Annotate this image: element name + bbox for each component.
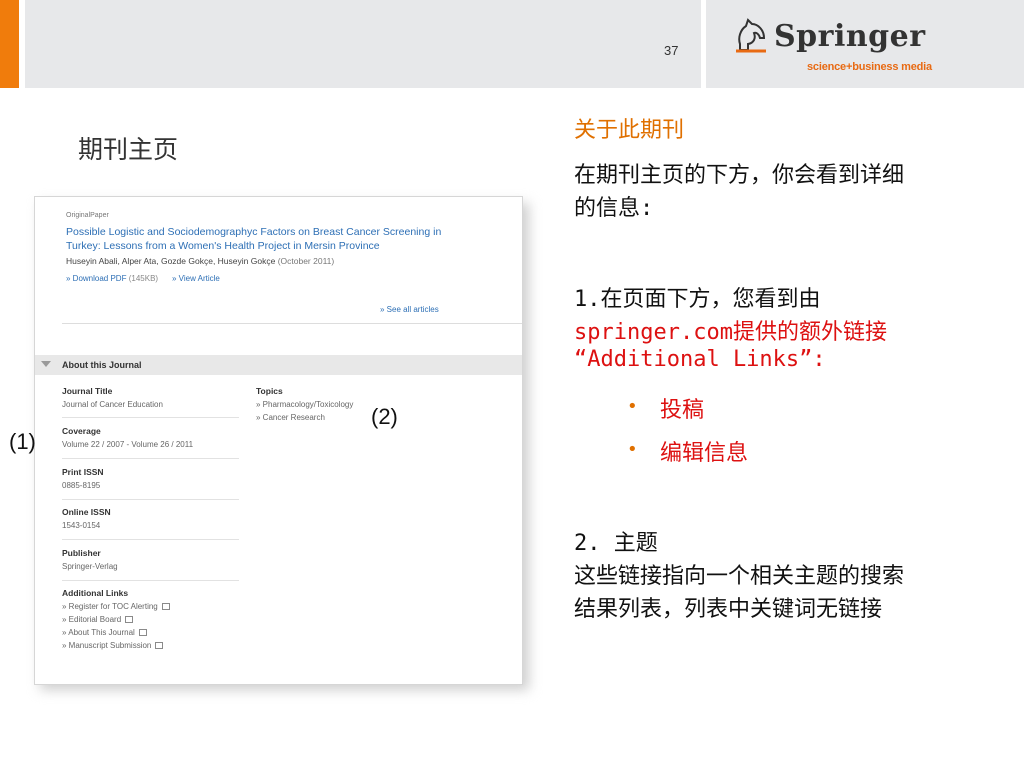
link-editorial-board[interactable]: » Editorial Board <box>62 615 134 624</box>
section-heading: 关于此期刊 <box>574 118 685 143</box>
article-type-tag: OriginalPaper <box>66 212 109 219</box>
article-date: (October 2011) <box>277 256 335 266</box>
callout-1: (1) <box>9 429 36 454</box>
field-value-publisher: Springer-Verlag <box>62 562 118 571</box>
springer-tagline: science+business media <box>807 61 932 73</box>
field-label-online-issn: Online ISSN <box>62 507 111 517</box>
bullet-dot-icon: • <box>627 396 638 417</box>
springer-logo: Springer <box>774 19 926 54</box>
item1-line-1: 1.在页面下方，您看到由 <box>574 287 821 312</box>
link-manuscript-submission-label: » Manuscript Submission <box>62 641 152 650</box>
item1-line-3: “Additional Links”: <box>574 347 826 372</box>
article-title-link[interactable]: Possible Logistic and Sociodemographyc F… <box>66 225 446 253</box>
field-label-journal-title: Journal Title <box>62 386 113 396</box>
item1-line-2: springer.com提供的额外链接 <box>574 320 887 345</box>
download-pdf-label: » Download PDF <box>66 274 127 283</box>
field-value-coverage: Volume 22 / 2007 - Volume 26 / 2011 <box>62 440 194 449</box>
item2-line-3: 结果列表，列表中关键词无链接 <box>574 597 883 622</box>
field-value-print-issn: 0885-8195 <box>62 481 101 490</box>
pdf-size: (145KB) <box>128 274 159 283</box>
article-authors: Huseyin Abali, Alper Ata, Gozde Gokçe, H… <box>66 256 334 266</box>
field-label-publisher: Publisher <box>62 548 101 558</box>
field-divider <box>62 458 239 459</box>
field-divider <box>62 417 239 418</box>
link-manuscript-submission[interactable]: » Manuscript Submission <box>62 641 164 650</box>
slide-title: 期刊主页 <box>78 135 179 164</box>
field-value-online-issn: 1543-0154 <box>62 521 101 530</box>
see-all-articles-link[interactable]: » See all articles <box>380 305 439 314</box>
field-divider <box>62 539 239 540</box>
download-pdf-link[interactable]: » Download PDF (145KB) <box>66 274 158 283</box>
view-article-link[interactable]: » View Article <box>172 274 220 283</box>
link-register-toc[interactable]: » Register for TOC Alerting <box>62 602 170 611</box>
callout-2: (2) <box>371 404 398 429</box>
authors-text: Huseyin Abali, Alper Ata, Gozde Gokçe, H… <box>66 256 276 266</box>
intro-line-1: 在期刊主页的下方，你会看到详细 <box>574 163 905 188</box>
external-link-icon <box>161 603 170 611</box>
divider <box>62 323 522 324</box>
journal-page-screenshot: OriginalPaper Possible Logistic and Soci… <box>34 196 523 685</box>
item2-line-2: 这些链接指向一个相关主题的搜索 <box>574 564 905 589</box>
bullet-editorial-info: 编辑信息 <box>660 441 749 466</box>
field-value-journal-title: Journal of Cancer Education <box>62 400 163 409</box>
external-link-icon <box>138 629 147 637</box>
page-number: 37 <box>664 43 679 58</box>
item2-line-1: 2. 主题 <box>574 531 658 556</box>
intro-line-2: 的信息: <box>574 196 654 221</box>
collapse-triangle-icon <box>41 361 51 367</box>
link-register-toc-label: » Register for TOC Alerting <box>62 602 158 611</box>
external-link-icon <box>125 616 134 624</box>
about-journal-header[interactable]: About this Journal <box>35 355 522 375</box>
field-divider <box>62 580 239 581</box>
bullet-dot-icon: • <box>627 439 638 460</box>
field-label-coverage: Coverage <box>62 426 101 436</box>
link-editorial-board-label: » Editorial Board <box>62 615 122 624</box>
external-link-icon <box>155 642 164 650</box>
link-about-this-journal[interactable]: » About This Journal <box>62 628 147 637</box>
topic-link-pharmacology[interactable]: » Pharmacology/Toxicology <box>256 400 353 409</box>
topics-label: Topics <box>256 386 283 396</box>
field-divider <box>62 499 239 500</box>
additional-links-label: Additional Links <box>62 588 129 598</box>
bullet-submission: 投稿 <box>660 398 705 423</box>
header-band <box>25 0 701 88</box>
link-about-this-journal-label: » About This Journal <box>62 628 135 637</box>
header-accent-bar <box>0 0 19 88</box>
about-journal-label: About this Journal <box>62 360 142 370</box>
topic-link-cancer-research[interactable]: » Cancer Research <box>256 413 325 422</box>
field-label-print-issn: Print ISSN <box>62 467 104 477</box>
springer-horse-icon <box>736 18 766 53</box>
